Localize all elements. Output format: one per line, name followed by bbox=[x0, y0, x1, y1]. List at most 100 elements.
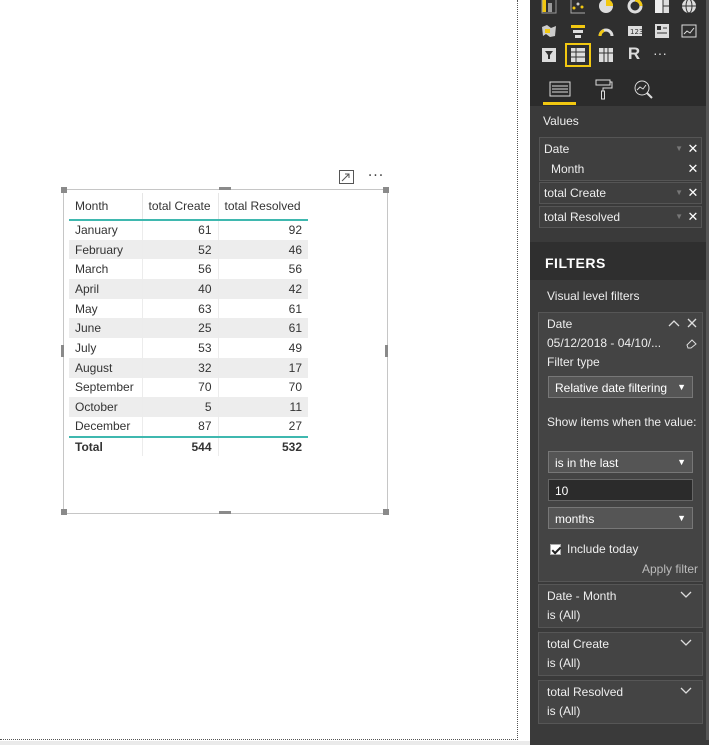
value-field-total-resolved[interactable]: total Resolved ▼ ✕ bbox=[539, 206, 702, 228]
filter-type-label: Filter type bbox=[547, 355, 600, 369]
tab-fields[interactable] bbox=[544, 74, 576, 104]
cell-total-create-sum: 544 bbox=[142, 435, 219, 456]
more-options-icon[interactable]: ··· bbox=[365, 168, 387, 184]
cell-total-resolved: 61 bbox=[288, 301, 302, 316]
relative-amount-input[interactable]: 10 bbox=[548, 479, 693, 501]
remove-subfield-icon[interactable]: ✕ bbox=[687, 162, 699, 176]
value-field-total-create[interactable]: total Create ▼ ✕ bbox=[539, 182, 702, 204]
dropdown-arrow-icon: ▼ bbox=[677, 513, 686, 523]
report-editor: ··· Month total Create total Resolved Ja… bbox=[0, 0, 709, 745]
remove-field-icon[interactable]: ✕ bbox=[687, 210, 699, 224]
cell-month: December bbox=[69, 416, 143, 437]
more-visuals-icon[interactable]: ··· bbox=[651, 45, 669, 61]
filter-card-total-create[interactable]: total Create is (All) bbox=[538, 632, 703, 676]
include-today-checkbox[interactable] bbox=[550, 544, 561, 555]
filter-card-total-resolved[interactable]: total Resolved is (All) bbox=[538, 680, 703, 724]
data-table: Month total Create total Resolved Januar… bbox=[69, 193, 308, 456]
cell-month: June bbox=[69, 318, 143, 339]
filter-card-state: is (All) bbox=[547, 704, 581, 718]
expand-chevron-icon[interactable] bbox=[680, 591, 692, 599]
pane-tabs bbox=[530, 70, 709, 106]
table-visual-icon[interactable] bbox=[565, 43, 591, 67]
remove-field-icon[interactable]: ✕ bbox=[687, 186, 699, 200]
column-header-total-resolved[interactable]: total Resolved bbox=[218, 193, 308, 221]
ribbon-chart-icon[interactable] bbox=[540, 0, 558, 14]
field-dropdown-arrow-icon[interactable]: ▼ bbox=[675, 142, 683, 156]
resize-handle-top[interactable] bbox=[219, 187, 231, 190]
relative-unit-dropdown[interactable]: months ▼ bbox=[548, 507, 693, 529]
cell-total-resolved-sum: 532 bbox=[218, 435, 308, 456]
filter-card-title: Date - Month bbox=[547, 589, 617, 603]
expand-chevron-icon[interactable] bbox=[680, 639, 692, 647]
unit-value: months bbox=[555, 512, 595, 526]
tab-analytics[interactable] bbox=[628, 74, 660, 104]
resize-handle-top-right[interactable] bbox=[383, 187, 389, 193]
values-section: Values Date ▼ ✕ Month ✕ total Create ▼ ✕… bbox=[530, 106, 709, 240]
cell-total-resolved: 61 bbox=[218, 318, 308, 339]
column-header-month[interactable]: Month bbox=[69, 193, 143, 221]
filter-card-title: total Resolved bbox=[547, 685, 624, 699]
collapse-chevron-icon[interactable] bbox=[668, 319, 680, 327]
map-icon[interactable] bbox=[680, 0, 698, 14]
cell-total-resolved: 49 bbox=[288, 340, 302, 355]
filter-type-dropdown[interactable]: Relative date filtering ▼ bbox=[548, 376, 693, 398]
cell-total-resolved: 42 bbox=[218, 279, 308, 299]
scatter-chart-icon[interactable] bbox=[569, 0, 587, 14]
cell-total-create: 56 bbox=[142, 259, 219, 280]
pie-chart-icon[interactable] bbox=[597, 0, 615, 14]
cell-total-create: 52 bbox=[142, 239, 219, 260]
card-icon[interactable]: 123 bbox=[626, 23, 644, 39]
tab-format[interactable] bbox=[588, 74, 620, 104]
cell-total-create: 32 bbox=[142, 357, 219, 378]
remove-filter-icon[interactable] bbox=[687, 318, 697, 328]
filter-card-state: is (All) bbox=[547, 608, 581, 622]
filled-map-icon[interactable] bbox=[540, 23, 558, 39]
filters-title: FILTERS bbox=[545, 255, 606, 271]
matrix-icon[interactable] bbox=[597, 47, 615, 63]
treemap-icon[interactable] bbox=[653, 0, 671, 14]
filters-section: FILTERS Visual level filters Date 05/12/… bbox=[530, 242, 709, 745]
expand-chevron-icon[interactable] bbox=[680, 687, 692, 695]
resize-handle-left[interactable] bbox=[61, 345, 64, 357]
operator-value: is in the last bbox=[555, 456, 619, 470]
cell-month: April bbox=[69, 279, 143, 299]
value-field-name: Date bbox=[544, 142, 570, 156]
column-header-total-create[interactable]: total Create bbox=[142, 193, 219, 221]
cell-total-create: 40 bbox=[142, 279, 219, 299]
resize-handle-bottom[interactable] bbox=[219, 511, 231, 514]
filter-range-text: 05/12/2018 - 04/10/... bbox=[547, 336, 662, 350]
remove-field-icon[interactable]: ✕ bbox=[687, 142, 699, 156]
cell-total-create: 53 bbox=[142, 338, 219, 358]
table-row: January 61 92 bbox=[69, 220, 308, 240]
dropdown-arrow-icon: ▼ bbox=[677, 457, 686, 467]
funnel-icon[interactable] bbox=[569, 23, 587, 39]
slicer-icon[interactable] bbox=[540, 47, 558, 63]
cell-month: August bbox=[69, 357, 143, 378]
kpi-icon[interactable] bbox=[680, 23, 698, 39]
cell-total-resolved: 46 bbox=[218, 239, 308, 260]
include-today-label: Include today bbox=[567, 542, 639, 556]
resize-handle-right[interactable] bbox=[385, 345, 388, 357]
table-header-row: Month total Create total Resolved bbox=[69, 193, 308, 221]
field-dropdown-arrow-icon[interactable]: ▼ bbox=[675, 210, 683, 224]
resize-handle-bottom-right[interactable] bbox=[383, 509, 389, 515]
field-dropdown-arrow-icon[interactable]: ▼ bbox=[675, 186, 683, 200]
filter-card-date[interactable]: Date 05/12/2018 - 04/10/... Filter type … bbox=[538, 312, 703, 582]
cell-total-create: 63 bbox=[142, 298, 219, 319]
multi-row-card-icon[interactable] bbox=[653, 23, 671, 39]
r-script-visual-icon[interactable]: R bbox=[625, 44, 643, 63]
gauge-icon[interactable] bbox=[597, 23, 615, 39]
clear-filter-eraser-icon[interactable] bbox=[685, 337, 697, 349]
table-row: June 25 61 bbox=[69, 318, 308, 339]
resize-handle-bottom-left[interactable] bbox=[61, 509, 67, 515]
visual-header: ··· bbox=[337, 168, 389, 188]
focus-mode-icon[interactable] bbox=[339, 170, 354, 184]
filter-card-date-month[interactable]: Date - Month is (All) bbox=[538, 584, 703, 628]
cell-total-resolved: 11 bbox=[218, 397, 308, 417]
relative-operator-dropdown[interactable]: is in the last ▼ bbox=[548, 451, 693, 473]
resize-handle-top-left[interactable] bbox=[61, 187, 67, 193]
visual-gallery: 123 R ··· bbox=[530, 0, 709, 70]
apply-filter-button[interactable]: Apply filter bbox=[642, 562, 698, 576]
donut-chart-icon[interactable] bbox=[626, 0, 644, 14]
value-field-date[interactable]: Date ▼ ✕ Month ✕ bbox=[539, 137, 702, 181]
